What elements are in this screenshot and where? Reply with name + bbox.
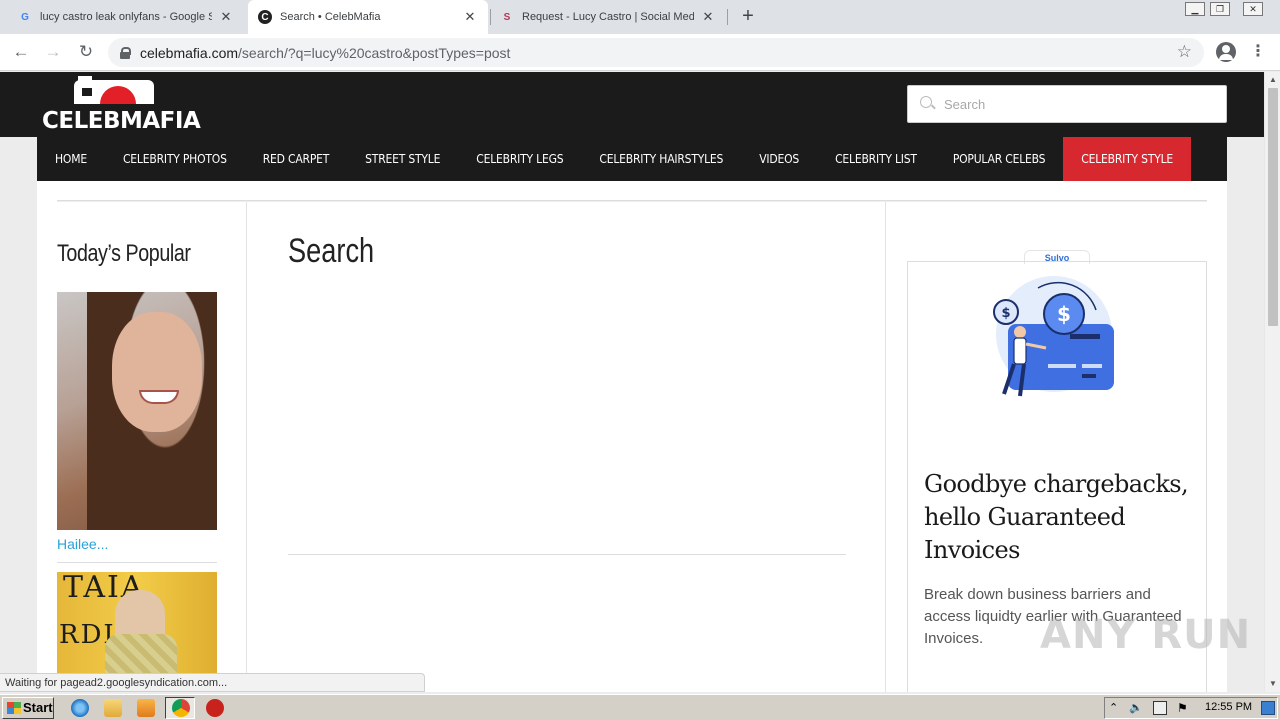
close-tab-icon[interactable]: ✕ — [218, 9, 234, 25]
svg-text:$: $ — [1057, 302, 1071, 326]
anyrun-watermark: ANY RUN — [1040, 612, 1252, 658]
lock-icon — [120, 46, 131, 59]
tab-title: lucy castro leak onlyfans - Google Se — [40, 11, 212, 23]
nav-item-red-carpet[interactable]: RED CARPET — [245, 137, 347, 181]
site-search-box[interactable] — [907, 85, 1227, 123]
url-path: /search/?q=lucy%20castro&postTypes=post — [238, 44, 511, 61]
volume-icon[interactable]: 🔈 — [1129, 701, 1143, 715]
tab-title: Search • CelebMafia — [280, 11, 381, 23]
nav-item-videos[interactable]: VIDEOS — [741, 137, 817, 181]
divider — [288, 554, 846, 555]
tab-request[interactable]: S Request - Lucy Castro | Social Media ✕ — [490, 0, 726, 34]
browser-toolbar: ← → ↻ celebmafia.com/search/?q=lucy%20ca… — [0, 34, 1280, 71]
search-results: Search — [248, 202, 886, 692]
start-label: Start — [23, 700, 53, 715]
photo-face — [112, 312, 202, 432]
clock: 12:55 PM — [1205, 701, 1253, 713]
logo-text: CELEBMAFIA — [42, 108, 201, 134]
site-search-input[interactable] — [944, 96, 1214, 112]
celebmafia-icon: C — [258, 10, 272, 24]
popular-photo[interactable] — [57, 292, 217, 530]
reload-icon[interactable]: ↻ — [75, 41, 97, 63]
address-bar[interactable]: celebmafia.com/search/?q=lucy%20castro&p… — [108, 38, 1204, 67]
forward-icon[interactable]: → — [42, 41, 64, 63]
camera-logo-icon — [74, 76, 154, 122]
tab-separator — [727, 9, 728, 25]
system-tray: ⌃ 🔈 ⚑ 12:55 PM — [1104, 697, 1278, 719]
page-scrollbar[interactable]: ▲ ▼ — [1264, 72, 1280, 692]
nav-item-popular-celebs[interactable]: POPULAR CELEBS — [935, 137, 1063, 181]
tab-celebmafia[interactable]: C Search • CelebMafia ✕ — [248, 0, 488, 34]
popular-caption-link[interactable]: Hailee... — [57, 536, 108, 552]
google-icon: G — [21, 11, 29, 23]
nav-item-street-style[interactable]: STREET STYLE — [347, 137, 458, 181]
windows-logo-icon — [7, 702, 21, 714]
page-title: Search — [288, 232, 375, 270]
nav-item-celebrity-photos[interactable]: CELEBRITY PHOTOS — [105, 137, 245, 181]
scroll-up-icon[interactable]: ▲ — [1265, 72, 1280, 88]
nav-item-celebrity-hairstyles[interactable]: CELEBRITY HAIRSTYLES — [581, 137, 741, 181]
ad-headline[interactable]: Goodbye chargebacks, hello Guaranteed In… — [924, 468, 1194, 567]
sidebar-popular: Today’s Popular Hailee... TAIA RDI — [57, 202, 247, 692]
nav-item-home[interactable]: HOME — [37, 137, 105, 181]
menu-icon[interactable]: ⋮ — [1250, 41, 1266, 63]
scroll-thumb[interactable] — [1268, 88, 1278, 326]
close-window-button[interactable]: ✕ — [1243, 2, 1263, 16]
new-tab-button[interactable]: + — [738, 6, 758, 26]
media-player-icon[interactable] — [137, 699, 155, 717]
close-tab-icon[interactable]: ✕ — [700, 9, 716, 25]
show-desktop-icon[interactable] — [1261, 701, 1275, 715]
payment-card-illustration-icon: $ $ — [993, 276, 1114, 397]
tab-title: Request - Lucy Castro | Social Media — [522, 11, 694, 23]
chrome-taskbar-button[interactable] — [165, 697, 195, 719]
account-icon[interactable] — [1216, 42, 1236, 62]
windows-taskbar: Start ⌃ 🔈 ⚑ 12:55 PM — [0, 694, 1280, 720]
browser-tab-strip: G lucy castro leak onlyfans - Google Se … — [0, 0, 1280, 34]
nav-item-celebrity-style[interactable]: CELEBRITY STYLE — [1063, 137, 1192, 181]
minimize-button[interactable]: ▁ — [1185, 2, 1205, 16]
search-icon — [920, 96, 936, 112]
main-nav: HOME CELEBRITY PHOTOS RED CARPET STREET STY… — [37, 137, 1227, 181]
ie-icon[interactable] — [71, 699, 89, 717]
status-bubble: Waiting for pagead2.googlesyndication.co… — [0, 673, 425, 692]
divider — [57, 562, 217, 563]
site-header: CELEBMAFIA — [0, 72, 1264, 137]
tab-google-search[interactable]: G lucy castro leak onlyfans - Google Se … — [8, 0, 244, 34]
celebmafia-logo[interactable]: CELEBMAFIA — [42, 74, 201, 136]
chrome-icon — [172, 699, 190, 717]
flag-icon[interactable]: ⚑ — [1177, 701, 1191, 715]
close-tab-icon[interactable]: ✕ — [462, 9, 478, 25]
tray-expand-icon[interactable]: ⌃ — [1109, 701, 1123, 715]
social-icon: S — [503, 11, 511, 23]
svg-text:$: $ — [1001, 306, 1010, 321]
network-icon[interactable] — [1153, 701, 1167, 715]
scroll-down-icon[interactable]: ▼ — [1265, 676, 1280, 692]
maximize-button[interactable]: ❐ — [1210, 2, 1230, 16]
nav-item-celebrity-legs[interactable]: CELEBRITY LEGS — [458, 137, 581, 181]
stop-icon[interactable] — [206, 699, 224, 717]
sidebar-title: Today’s Popular — [57, 240, 191, 267]
url-host: celebmafia.com — [140, 44, 239, 61]
bookmark-star-icon[interactable]: ☆ — [1177, 42, 1192, 62]
nav-item-celebrity-list[interactable]: CELEBRITY LIST — [817, 137, 935, 181]
start-button[interactable]: Start — [2, 697, 54, 719]
page-viewport: CELEBMAFIA HOMECELEBRITY PHOTOSRED CARPE… — [0, 72, 1264, 692]
folder-icon[interactable] — [104, 699, 122, 717]
back-icon[interactable]: ← — [10, 41, 32, 63]
